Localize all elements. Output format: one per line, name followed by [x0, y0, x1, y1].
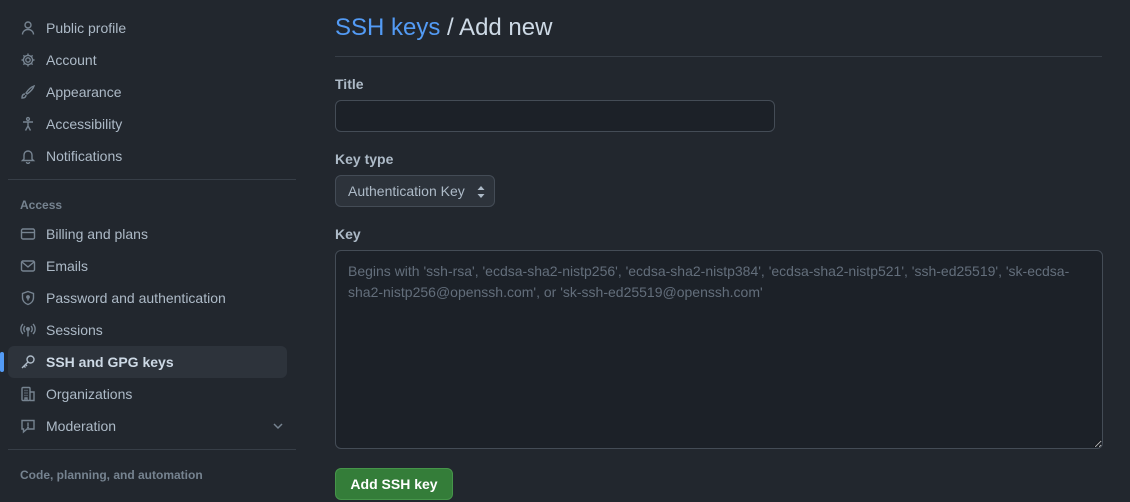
gear-icon: [20, 52, 36, 68]
credit-card-icon: [20, 226, 36, 242]
sidebar-item-label: Appearance: [46, 84, 122, 100]
add-ssh-key-button[interactable]: Add SSH key: [335, 468, 453, 500]
sidebar-item-notifications[interactable]: Notifications: [8, 140, 296, 172]
key-type-label: Key type: [335, 151, 394, 167]
sidebar-item-label: Emails: [46, 258, 89, 274]
broadcast-icon: [20, 322, 36, 338]
sidebar-item-label: Moderation: [46, 418, 117, 434]
sidebar-item-emails[interactable]: Emails: [8, 250, 296, 282]
sidebar-divider: [8, 449, 296, 450]
sidebar-item-label: Public profile: [46, 20, 127, 36]
key-type-selected-value: Authentication Key: [348, 183, 465, 199]
sidebar-item-label: Account: [46, 52, 97, 68]
key-label: Key: [335, 226, 361, 242]
sidebar-item-billing[interactable]: Billing and plans: [8, 218, 296, 250]
sidebar-item-label: Sessions: [46, 322, 103, 338]
sidebar-item-appearance[interactable]: Appearance: [8, 76, 296, 108]
shield-lock-icon: [20, 290, 36, 306]
accessibility-icon: [20, 116, 36, 132]
sidebar-section-heading: Access: [20, 198, 63, 212]
sidebar-item-sessions[interactable]: Sessions: [8, 314, 296, 346]
sidebar-divider: [8, 179, 296, 180]
sidebar-item-label: SSH and GPG keys: [46, 354, 174, 370]
report-icon: [20, 418, 36, 434]
page-title: SSH keys / Add new: [335, 14, 1102, 57]
sidebar-section-heading: Code, planning, and automation: [20, 468, 203, 482]
breadcrumb-current: / Add new: [440, 14, 553, 41]
sidebar-item-label: Organizations: [46, 386, 133, 402]
key-textarea[interactable]: [335, 250, 1103, 449]
key-icon: [20, 354, 36, 370]
chevron-down-icon[interactable]: [270, 418, 286, 434]
breadcrumb-ssh-keys-link[interactable]: SSH keys: [335, 14, 440, 41]
sidebar-item-accessibility[interactable]: Accessibility: [8, 108, 296, 140]
sidebar-item-label: Billing and plans: [46, 226, 148, 242]
sidebar-item-public-profile[interactable]: Public profile: [8, 12, 296, 44]
sidebar-item-moderation[interactable]: Moderation: [8, 410, 296, 442]
sidebar-item-label: Accessibility: [46, 116, 123, 132]
sidebar-item-password[interactable]: Password and authentication: [8, 282, 296, 314]
bell-icon: [20, 148, 36, 164]
mail-icon: [20, 258, 36, 274]
sidebar-item-label: Notifications: [46, 148, 123, 164]
settings-sidebar: Public profile Account Appearance Access…: [0, 12, 296, 488]
organization-icon: [20, 386, 36, 402]
main-content: SSH keys / Add new Title Key type Authen…: [335, 14, 1103, 500]
select-arrows-icon: [476, 185, 486, 199]
sidebar-item-organizations[interactable]: Organizations: [8, 378, 296, 410]
title-label: Title: [335, 76, 364, 92]
sidebar-item-ssh-gpg-keys[interactable]: SSH and GPG keys: [0, 346, 287, 378]
sidebar-item-label: Password and authentication: [46, 290, 226, 306]
paintbrush-icon: [20, 84, 36, 100]
person-icon: [20, 20, 36, 36]
title-input[interactable]: [335, 100, 775, 132]
sidebar-item-account[interactable]: Account: [8, 44, 296, 76]
key-type-select[interactable]: Authentication Key: [335, 175, 495, 207]
